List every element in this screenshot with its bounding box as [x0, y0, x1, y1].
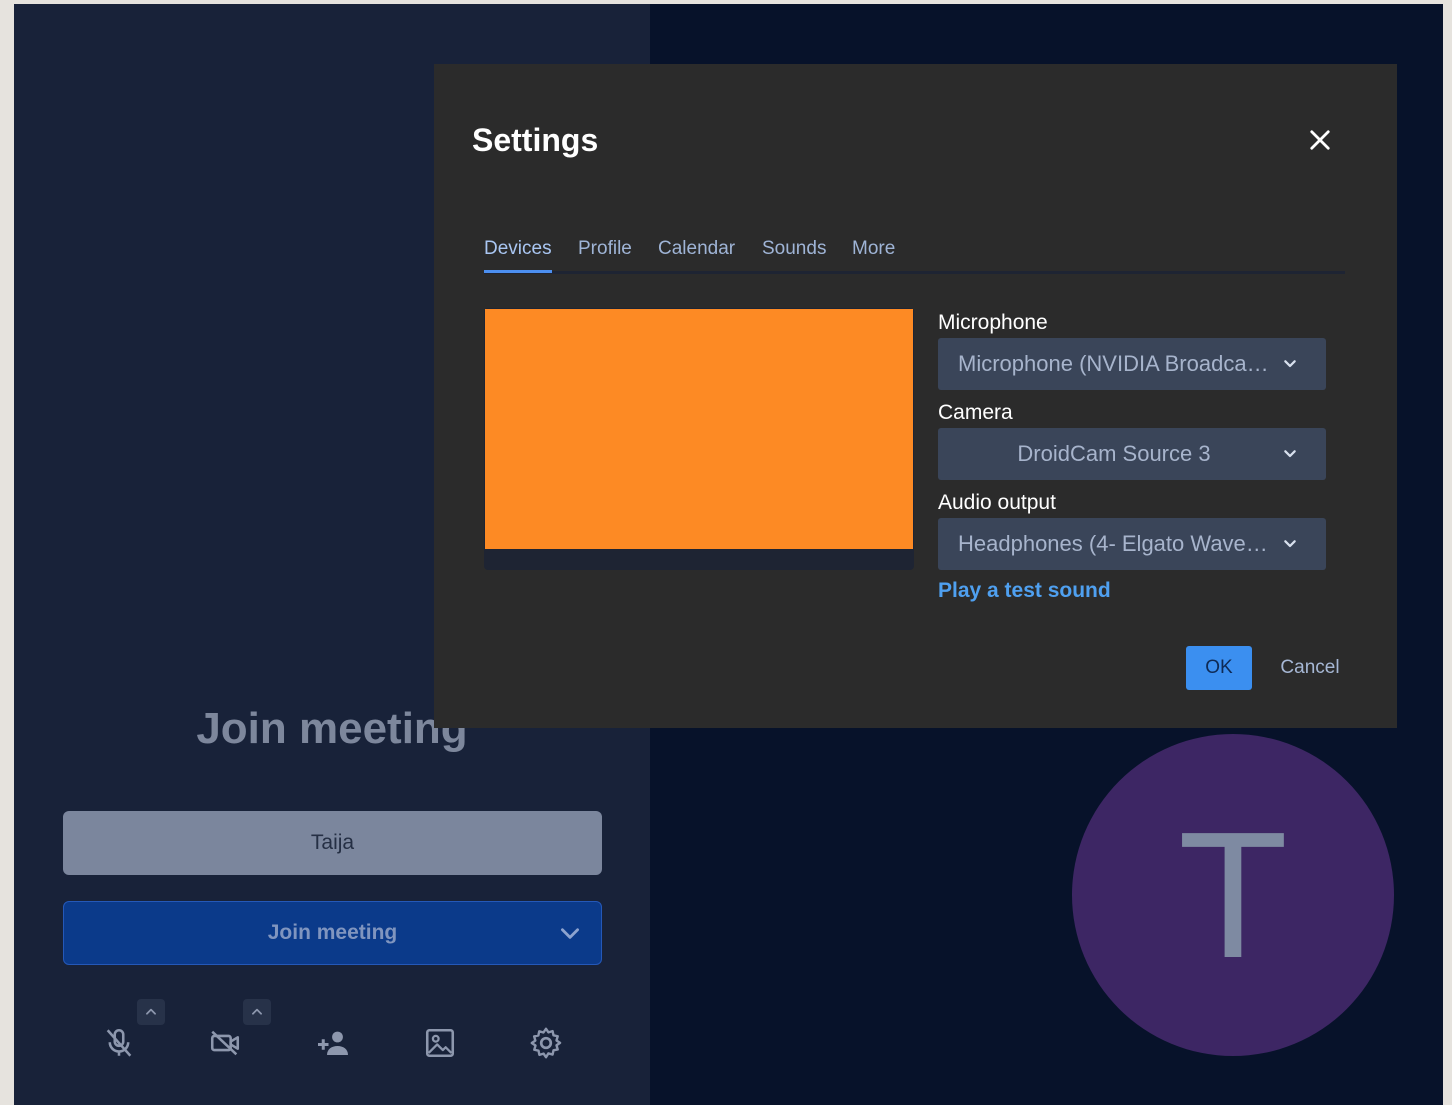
chevron-down-icon	[1284, 540, 1296, 548]
camera-preview	[485, 309, 913, 549]
microphone-select[interactable]: Microphone (NVIDIA Broadcast)	[938, 338, 1326, 390]
audio-output-select[interactable]: Headphones (4- Elgato Wave:3)	[938, 518, 1326, 570]
app-window: Join meeting Taija Join meeting T Settin…	[14, 4, 1443, 1105]
tab-devices[interactable]: Devices	[484, 238, 552, 260]
settings-tabs: Devices Profile Calendar Sounds More	[484, 234, 1345, 274]
cancel-button[interactable]: Cancel	[1276, 646, 1344, 690]
audio-output-label: Audio output	[938, 491, 1056, 514]
settings-dialog-title: Settings	[472, 122, 599, 158]
chevron-down-icon	[1284, 360, 1296, 368]
settings-button[interactable]	[521, 1018, 571, 1068]
participant-avatar: T	[1072, 734, 1394, 1056]
virtual-background-button[interactable]	[415, 1018, 465, 1068]
tab-more[interactable]: More	[852, 238, 895, 260]
play-test-sound-link[interactable]: Play a test sound	[938, 579, 1111, 603]
mute-microphone-button[interactable]	[94, 1018, 144, 1068]
active-tab-indicator	[484, 270, 552, 273]
chevron-down-icon	[1284, 450, 1296, 458]
chevron-down-icon[interactable]	[557, 920, 583, 946]
camera-select-value: DroidCam Source 3	[1017, 441, 1211, 466]
close-icon	[1310, 130, 1330, 150]
display-name-input[interactable]: Taija	[63, 811, 602, 875]
microphone-label: Microphone	[938, 311, 1048, 334]
background-image-icon	[425, 1028, 455, 1058]
audio-output-select-value: Headphones (4- Elgato Wave:3)	[958, 531, 1270, 556]
chevron-up-icon	[146, 1008, 156, 1015]
tab-sounds[interactable]: Sounds	[762, 238, 826, 260]
ok-button[interactable]: OK	[1186, 646, 1252, 690]
close-dialog-button[interactable]	[1306, 126, 1334, 154]
camera-select[interactable]: DroidCam Source 3	[938, 428, 1326, 480]
join-meeting-button-label: Join meeting	[267, 921, 398, 944]
invite-people-button[interactable]	[308, 1018, 358, 1068]
camera-off-icon	[210, 1030, 240, 1056]
tab-calendar[interactable]: Calendar	[658, 238, 735, 260]
settings-dialog: Settings Devices Profile Calendar Sounds…	[434, 64, 1397, 728]
invite-person-icon	[318, 1031, 348, 1055]
tab-profile[interactable]: Profile	[578, 238, 632, 260]
stop-camera-button[interactable]	[200, 1018, 250, 1068]
join-meeting-button[interactable]: Join meeting	[63, 901, 602, 965]
chevron-up-icon	[252, 1008, 262, 1015]
microphone-select-value: Microphone (NVIDIA Broadcast)	[958, 351, 1270, 376]
microphone-off-icon	[106, 1028, 132, 1057]
camera-label: Camera	[938, 401, 1013, 424]
settings-gear-icon	[530, 1027, 562, 1059]
